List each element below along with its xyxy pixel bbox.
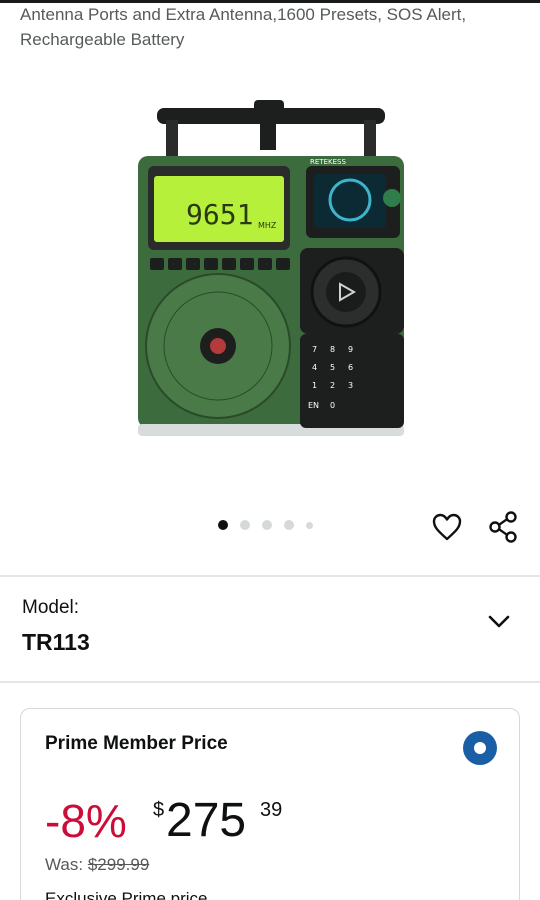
lcd-frequency: 9651 [186,198,253,231]
svg-text:9: 9 [348,345,353,354]
handle-post-right [364,120,376,160]
share-icon [489,511,517,543]
product-title: Antenna Ports and Extra Antenna,1600 Pre… [20,5,467,49]
model-value: TR113 [22,629,90,655]
was-label: Was: [45,855,84,874]
svg-text:6: 6 [348,363,353,372]
svg-text:1: 1 [312,381,317,390]
price-whole: 275 [166,794,247,847]
handle-post-left [166,120,178,160]
discount-percent: -8% [45,795,127,847]
svg-text:0: 0 [330,401,335,410]
svg-text:2: 2 [330,381,335,390]
product-image[interactable]: 9651 MHZ RETEKESS 7 8 9 4 5 6 1 2 3 EN 0 [130,96,412,452]
gallery-dot-1[interactable] [218,520,228,530]
chevron-down-icon[interactable] [484,607,514,637]
speaker-cap [210,338,226,354]
was-price: $299.99 [87,855,150,874]
svg-text:EN: EN [308,401,319,410]
gallery-dots[interactable] [218,518,313,532]
tuning-knob-center [326,272,366,312]
handle-knob [254,100,284,114]
antenna-mount [260,120,276,150]
was-price-line: Was: $299.99 [45,855,149,875]
truncated-text: Exclusive Prime price [45,889,208,900]
price-option-title: Prime Member Price [45,733,228,754]
prime-price-option[interactable]: Prime Member Price -8% $ 275 39 Was: $29… [20,708,520,900]
gallery-dot-5[interactable] [306,521,313,529]
brand-label: RETEKESS [310,158,346,166]
price-cents: 39 [260,799,283,821]
gallery-dot-4[interactable] [284,520,294,530]
model-label: Model: [22,597,80,618]
svg-text:7: 7 [312,345,317,354]
radio-inner-dot [474,742,486,754]
share-button[interactable] [485,509,521,545]
svg-text:8: 8 [330,345,335,354]
heart-icon [432,513,462,541]
price-currency: $ [153,799,165,821]
favorite-button[interactable] [429,509,465,545]
gallery-dot-3[interactable] [262,520,272,530]
svg-text:4: 4 [312,363,317,372]
section-divider [0,681,540,683]
svg-text:5: 5 [330,363,335,372]
gallery-dot-2[interactable] [240,520,250,530]
led-indicator [383,189,401,207]
radio-button-selected[interactable] [463,731,497,765]
lcd-unit: MHZ [258,221,277,230]
model-selector[interactable]: Model: TR113 [0,577,540,681]
svg-text:3: 3 [348,381,353,390]
